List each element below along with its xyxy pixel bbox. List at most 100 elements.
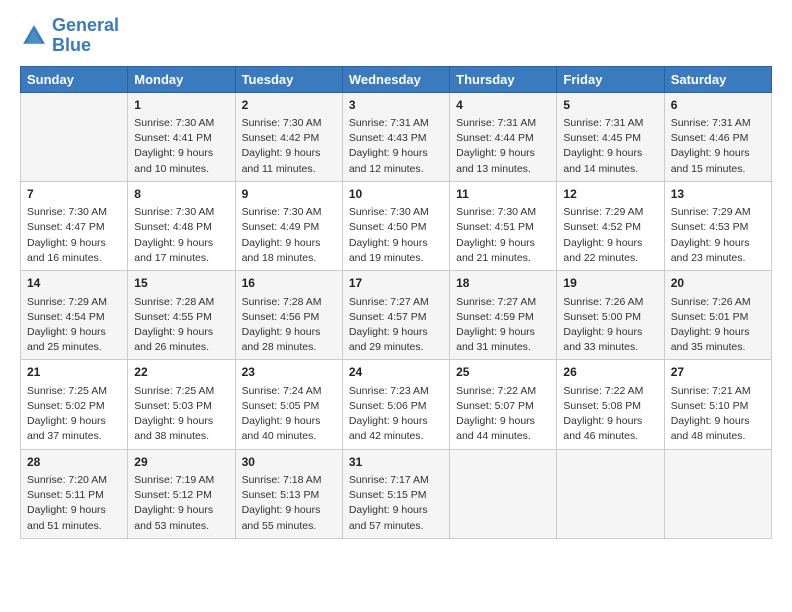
- cell-1-5: 12Sunrise: 7:29 AM Sunset: 4:52 PM Dayli…: [557, 181, 664, 270]
- cell-content: Sunrise: 7:29 AM Sunset: 4:53 PM Dayligh…: [671, 205, 765, 266]
- cell-4-4: [450, 449, 557, 538]
- day-number: 13: [671, 186, 765, 203]
- calendar-table: SundayMondayTuesdayWednesdayThursdayFrid…: [20, 66, 772, 539]
- cell-content: Sunrise: 7:27 AM Sunset: 4:57 PM Dayligh…: [349, 295, 443, 356]
- cell-2-3: 17 Sunrise: 7:27 AM Sunset: 4:57 PM Dayli…: [342, 271, 449, 360]
- cell-content: Sunrise: 7:17 AM Sunset: 5:15 PM Dayligh…: [349, 473, 443, 534]
- cell-content: Sunrise: 7:21 AM Sunset: 5:10 PM Dayligh…: [671, 384, 765, 445]
- cell-4-5: [557, 449, 664, 538]
- day-number: 2: [242, 97, 336, 114]
- cell-3-4: 25 Sunrise: 7:22 AM Sunset: 5:07 PM Dayli…: [450, 360, 557, 449]
- page: General Blue SundayMondayTuesdayWednesda…: [0, 0, 792, 549]
- logo-icon: [20, 22, 48, 50]
- day-number: 16: [242, 275, 336, 292]
- day-number: 26: [563, 364, 657, 381]
- cell-3-0: 21Sunrise: 7:25 AM Sunset: 5:02 PM Dayli…: [21, 360, 128, 449]
- cell-content: Sunrise: 7:27 AM Sunset: 4:59 PM Dayligh…: [456, 295, 550, 356]
- day-number: 28: [27, 454, 121, 471]
- day-number: 15: [134, 275, 228, 292]
- cell-0-4: 4Sunrise: 7:31 AM Sunset: 4:44 PM Daylig…: [450, 92, 557, 181]
- cell-content: Sunrise: 7:22 AM Sunset: 5:08 PM Dayligh…: [563, 384, 657, 445]
- day-number: 22: [134, 364, 228, 381]
- cell-content: Sunrise: 7:31 AM Sunset: 4:45 PM Dayligh…: [563, 116, 657, 177]
- cell-0-6: 6 Sunrise: 7:31 AM Sunset: 4:46 PM Daylig…: [664, 92, 771, 181]
- day-number: 3: [349, 97, 443, 114]
- cell-1-6: 13 Sunrise: 7:29 AM Sunset: 4:53 PM Dayli…: [664, 181, 771, 270]
- cell-2-5: 19Sunrise: 7:26 AM Sunset: 5:00 PM Dayli…: [557, 271, 664, 360]
- cell-content: Sunrise: 7:30 AM Sunset: 4:48 PM Dayligh…: [134, 205, 228, 266]
- cell-3-2: 23Sunrise: 7:24 AM Sunset: 5:05 PM Dayli…: [235, 360, 342, 449]
- cell-0-0: [21, 92, 128, 181]
- cell-0-2: 2 Sunrise: 7:30 AM Sunset: 4:42 PM Daylig…: [235, 92, 342, 181]
- cell-2-2: 16 Sunrise: 7:28 AM Sunset: 4:56 PM Dayli…: [235, 271, 342, 360]
- header-day-tuesday: Tuesday: [235, 66, 342, 92]
- cell-1-2: 9 Sunrise: 7:30 AM Sunset: 4:49 PM Daylig…: [235, 181, 342, 270]
- cell-content: Sunrise: 7:29 AM Sunset: 4:54 PM Dayligh…: [27, 295, 121, 356]
- cell-content: Sunrise: 7:26 AM Sunset: 5:01 PM Dayligh…: [671, 295, 765, 356]
- cell-content: Sunrise: 7:30 AM Sunset: 4:42 PM Dayligh…: [242, 116, 336, 177]
- cell-content: Sunrise: 7:31 AM Sunset: 4:46 PM Dayligh…: [671, 116, 765, 177]
- day-number: 20: [671, 275, 765, 292]
- cell-content: Sunrise: 7:23 AM Sunset: 5:06 PM Dayligh…: [349, 384, 443, 445]
- cell-3-3: 24Sunrise: 7:23 AM Sunset: 5:06 PM Dayli…: [342, 360, 449, 449]
- day-number: 29: [134, 454, 228, 471]
- cell-2-4: 18 Sunrise: 7:27 AM Sunset: 4:59 PM Dayli…: [450, 271, 557, 360]
- day-number: 1: [134, 97, 228, 114]
- header-day-monday: Monday: [128, 66, 235, 92]
- day-number: 25: [456, 364, 550, 381]
- logo: General Blue: [20, 16, 119, 56]
- day-number: 18: [456, 275, 550, 292]
- header-day-friday: Friday: [557, 66, 664, 92]
- day-number: 10: [349, 186, 443, 203]
- day-number: 14: [27, 275, 121, 292]
- day-number: 7: [27, 186, 121, 203]
- week-row-1: 7Sunrise: 7:30 AM Sunset: 4:47 PM Daylig…: [21, 181, 772, 270]
- day-number: 27: [671, 364, 765, 381]
- cell-content: Sunrise: 7:30 AM Sunset: 4:41 PM Dayligh…: [134, 116, 228, 177]
- cell-2-1: 15 Sunrise: 7:28 AM Sunset: 4:55 PM Dayli…: [128, 271, 235, 360]
- day-number: 5: [563, 97, 657, 114]
- day-number: 8: [134, 186, 228, 203]
- cell-3-5: 26 Sunrise: 7:22 AM Sunset: 5:08 PM Dayli…: [557, 360, 664, 449]
- cell-1-4: 11 Sunrise: 7:30 AM Sunset: 4:51 PM Dayli…: [450, 181, 557, 270]
- week-row-4: 28 Sunrise: 7:20 AM Sunset: 5:11 PM Dayli…: [21, 449, 772, 538]
- cell-content: Sunrise: 7:28 AM Sunset: 4:55 PM Dayligh…: [134, 295, 228, 356]
- cell-0-1: 1 Sunrise: 7:30 AM Sunset: 4:41 PM Daylig…: [128, 92, 235, 181]
- week-row-2: 14 Sunrise: 7:29 AM Sunset: 4:54 PM Dayli…: [21, 271, 772, 360]
- cell-2-0: 14 Sunrise: 7:29 AM Sunset: 4:54 PM Dayli…: [21, 271, 128, 360]
- cell-content: Sunrise: 7:18 AM Sunset: 5:13 PM Dayligh…: [242, 473, 336, 534]
- cell-content: Sunrise: 7:28 AM Sunset: 4:56 PM Dayligh…: [242, 295, 336, 356]
- cell-content: Sunrise: 7:24 AM Sunset: 5:05 PM Dayligh…: [242, 384, 336, 445]
- day-number: 6: [671, 97, 765, 114]
- day-number: 12: [563, 186, 657, 203]
- cell-4-3: 31 Sunrise: 7:17 AM Sunset: 5:15 PM Dayli…: [342, 449, 449, 538]
- day-number: 30: [242, 454, 336, 471]
- header-day-wednesday: Wednesday: [342, 66, 449, 92]
- cell-1-3: 10 Sunrise: 7:30 AM Sunset: 4:50 PM Dayli…: [342, 181, 449, 270]
- cell-3-1: 22 Sunrise: 7:25 AM Sunset: 5:03 PM Dayli…: [128, 360, 235, 449]
- cell-0-3: 3Sunrise: 7:31 AM Sunset: 4:43 PM Daylig…: [342, 92, 449, 181]
- header-day-sunday: Sunday: [21, 66, 128, 92]
- day-number: 11: [456, 186, 550, 203]
- cell-content: Sunrise: 7:30 AM Sunset: 4:51 PM Dayligh…: [456, 205, 550, 266]
- day-number: 31: [349, 454, 443, 471]
- cell-content: Sunrise: 7:25 AM Sunset: 5:03 PM Dayligh…: [134, 384, 228, 445]
- day-number: 21: [27, 364, 121, 381]
- day-number: 17: [349, 275, 443, 292]
- cell-content: Sunrise: 7:30 AM Sunset: 4:50 PM Dayligh…: [349, 205, 443, 266]
- cell-3-6: 27 Sunrise: 7:21 AM Sunset: 5:10 PM Dayli…: [664, 360, 771, 449]
- cell-1-1: 8 Sunrise: 7:30 AM Sunset: 4:48 PM Daylig…: [128, 181, 235, 270]
- header: General Blue: [20, 16, 772, 56]
- cell-content: Sunrise: 7:22 AM Sunset: 5:07 PM Dayligh…: [456, 384, 550, 445]
- cell-0-5: 5 Sunrise: 7:31 AM Sunset: 4:45 PM Daylig…: [557, 92, 664, 181]
- logo-text: General Blue: [52, 16, 119, 56]
- cell-content: Sunrise: 7:20 AM Sunset: 5:11 PM Dayligh…: [27, 473, 121, 534]
- week-row-3: 21Sunrise: 7:25 AM Sunset: 5:02 PM Dayli…: [21, 360, 772, 449]
- cell-4-0: 28 Sunrise: 7:20 AM Sunset: 5:11 PM Dayli…: [21, 449, 128, 538]
- cell-1-0: 7Sunrise: 7:30 AM Sunset: 4:47 PM Daylig…: [21, 181, 128, 270]
- cell-content: Sunrise: 7:30 AM Sunset: 4:49 PM Dayligh…: [242, 205, 336, 266]
- day-number: 4: [456, 97, 550, 114]
- header-day-thursday: Thursday: [450, 66, 557, 92]
- header-day-saturday: Saturday: [664, 66, 771, 92]
- day-number: 9: [242, 186, 336, 203]
